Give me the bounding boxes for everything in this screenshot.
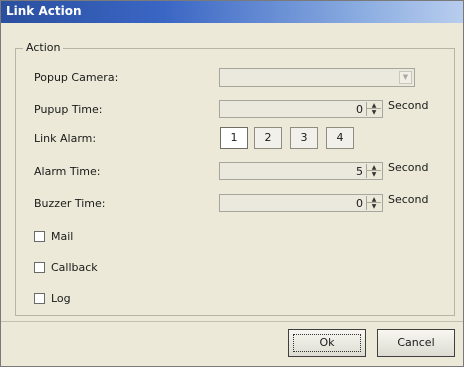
- buzzer-time-spin-buttons: ▲ ▼: [366, 196, 381, 210]
- buzzer-time-value: 0: [356, 197, 363, 210]
- spin-down-icon[interactable]: ▼: [367, 171, 381, 178]
- action-group-legend: Action: [23, 41, 64, 54]
- buzzer-time-label: Buzzer Time:: [34, 197, 106, 210]
- alarm-button-2[interactable]: 2: [254, 127, 282, 149]
- callback-label[interactable]: Callback: [51, 261, 98, 274]
- action-groupbox: [15, 48, 455, 316]
- spin-down-icon[interactable]: ▼: [367, 109, 381, 116]
- alarm-button-3[interactable]: 3: [290, 127, 318, 149]
- mail-checkbox[interactable]: [34, 231, 45, 242]
- alarm-time-spin-buttons: ▲ ▼: [366, 164, 381, 178]
- buzzer-time-unit: Second: [388, 193, 429, 206]
- chevron-down-icon[interactable]: ▼: [399, 71, 412, 84]
- log-checkbox[interactable]: [34, 293, 45, 304]
- alarm-time-spinbox[interactable]: 5 ▲ ▼: [219, 162, 383, 180]
- popup-time-unit: Second: [388, 99, 429, 112]
- cancel-button-label: Cancel: [397, 336, 435, 349]
- callback-checkbox[interactable]: [34, 262, 45, 273]
- spin-up-icon[interactable]: ▲: [367, 196, 381, 203]
- spin-up-icon[interactable]: ▲: [367, 164, 381, 171]
- title-bar[interactable]: Link Action: [1, 1, 463, 23]
- alarm-time-unit: Second: [388, 161, 429, 174]
- popup-time-value: 0: [356, 103, 363, 116]
- popup-time-label: Pupup Time:: [34, 103, 103, 116]
- alarm-button-1[interactable]: 1: [220, 127, 248, 149]
- ok-button[interactable]: Ok: [288, 329, 366, 357]
- mail-label[interactable]: Mail: [51, 230, 73, 243]
- popup-camera-dropdown[interactable]: ▼: [219, 68, 415, 87]
- alarm-time-value: 5: [356, 165, 363, 178]
- buzzer-time-spinbox[interactable]: 0 ▲ ▼: [219, 194, 383, 212]
- alarm-time-label: Alarm Time:: [34, 165, 101, 178]
- spin-up-icon[interactable]: ▲: [367, 102, 381, 109]
- cancel-button[interactable]: Cancel: [377, 329, 455, 357]
- link-alarm-label: Link Alarm:: [34, 132, 97, 145]
- popup-camera-label: Popup Camera:: [34, 71, 119, 84]
- alarm-button-4[interactable]: 4: [326, 127, 354, 149]
- log-label[interactable]: Log: [51, 292, 71, 305]
- link-action-dialog: Link Action Action Popup Camera: ▼ Pupup…: [0, 0, 464, 367]
- popup-time-spin-buttons: ▲ ▼: [366, 102, 381, 116]
- button-separator: [1, 321, 463, 322]
- spin-down-icon[interactable]: ▼: [367, 203, 381, 210]
- focus-rectangle: [293, 334, 361, 352]
- window-title: Link Action: [6, 4, 82, 18]
- popup-time-spinbox[interactable]: 0 ▲ ▼: [219, 100, 383, 118]
